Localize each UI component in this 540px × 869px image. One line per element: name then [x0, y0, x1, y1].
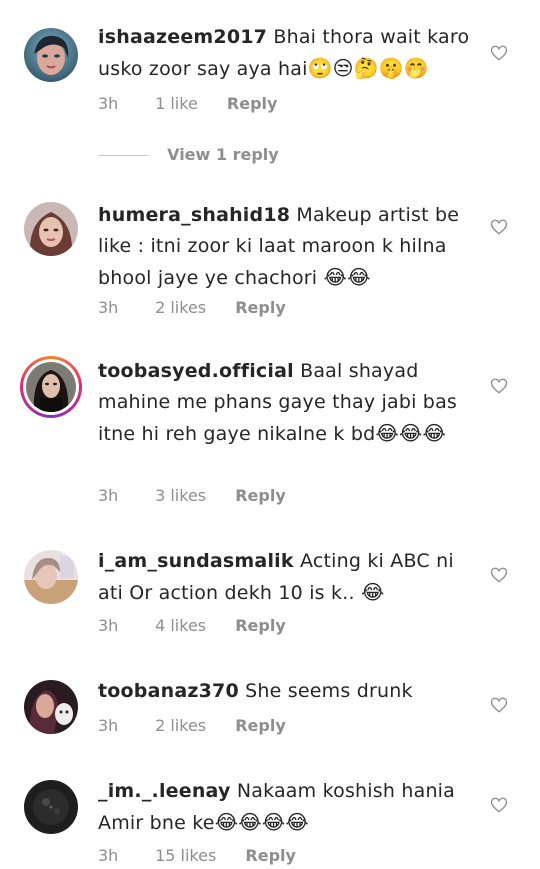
- comment-text-block: humera_shahid18 Makeup artist be like : …: [98, 200, 476, 294]
- heart-outline-icon[interactable]: [490, 696, 508, 714]
- comment-body: She seems drunk: [245, 680, 413, 702]
- replies-divider-line: [98, 155, 148, 156]
- reply-button[interactable]: Reply: [235, 486, 286, 505]
- avatar[interactable]: [24, 28, 78, 82]
- comment-username[interactable]: toobanaz370: [98, 680, 239, 702]
- comment-meta: 3h 15 likes Reply: [98, 846, 296, 865]
- avatar[interactable]: [24, 202, 78, 256]
- comment-emojis: 😂😂😂😂: [214, 810, 309, 834]
- heart-outline-icon[interactable]: [490, 566, 508, 584]
- avatar[interactable]: [24, 680, 78, 734]
- comment-time: 3h: [98, 616, 119, 635]
- heart-outline-icon[interactable]: [490, 377, 508, 395]
- reply-button[interactable]: Reply: [235, 616, 286, 635]
- comment-likes[interactable]: 3 likes: [155, 486, 206, 505]
- comment-likes[interactable]: 1 like: [155, 94, 198, 113]
- comments-list: ishaazeem2017 Bhai thora wait karo usko …: [0, 0, 540, 869]
- heart-outline-icon[interactable]: [490, 796, 508, 814]
- comment-username[interactable]: i_am_sundasmalik: [98, 550, 294, 572]
- comment-likes[interactable]: 4 likes: [155, 616, 206, 635]
- comment-username[interactable]: ishaazeem2017: [98, 26, 267, 48]
- avatar-photo: [26, 362, 76, 412]
- comment-time: 3h: [98, 846, 119, 865]
- heart-outline-icon[interactable]: [490, 218, 508, 236]
- comment-text-block: ishaazeem2017 Bhai thora wait karo usko …: [98, 22, 476, 85]
- reply-button[interactable]: Reply: [227, 94, 278, 113]
- comment-likes[interactable]: 2 likes: [155, 716, 206, 735]
- comment-username[interactable]: humera_shahid18: [98, 204, 290, 226]
- comment-meta: 3h 3 likes Reply: [98, 486, 286, 505]
- comment-time: 3h: [98, 94, 119, 113]
- avatar[interactable]: [24, 780, 78, 834]
- comment-time: 3h: [98, 298, 119, 317]
- comment-text-block: toobanaz370 She seems drunk: [98, 676, 476, 707]
- reply-button[interactable]: Reply: [235, 716, 286, 735]
- avatar[interactable]: [24, 550, 78, 604]
- comment-likes[interactable]: 15 likes: [155, 846, 216, 865]
- comment-emojis: 😂: [360, 580, 385, 604]
- comment-text-block: toobasyed.official Baal shayad mahine me…: [98, 356, 476, 450]
- comment-text-block: i_am_sundasmalik Acting ki ABC ni ati Or…: [98, 546, 476, 609]
- comment-meta: 3h 1 like Reply: [98, 94, 277, 113]
- comment-emojis: 😂😂: [323, 265, 371, 289]
- comment-text-block: _im._.leenay Nakaam koshish hania Amir b…: [98, 776, 476, 839]
- avatar[interactable]: [20, 356, 82, 418]
- comment-meta: 3h 2 likes Reply: [98, 716, 286, 735]
- comment-username[interactable]: toobasyed.official: [98, 360, 294, 382]
- comment-likes[interactable]: 2 likes: [155, 298, 206, 317]
- view-replies-label: View 1 reply: [167, 145, 279, 164]
- comment-time: 3h: [98, 486, 119, 505]
- heart-outline-icon[interactable]: [490, 44, 508, 62]
- comment-time: 3h: [98, 716, 119, 735]
- comment-emojis: 😂😂😂: [375, 421, 447, 445]
- reply-button[interactable]: Reply: [235, 298, 286, 317]
- comment-emojis: 🙄😒🤔🤫🤭: [307, 56, 430, 80]
- view-replies-button[interactable]: View 1 reply: [98, 145, 279, 164]
- reply-button[interactable]: Reply: [245, 846, 296, 865]
- comment-meta: 3h 2 likes Reply: [98, 298, 286, 317]
- comment-username[interactable]: _im._.leenay: [98, 780, 231, 802]
- comment-meta: 3h 4 likes Reply: [98, 616, 286, 635]
